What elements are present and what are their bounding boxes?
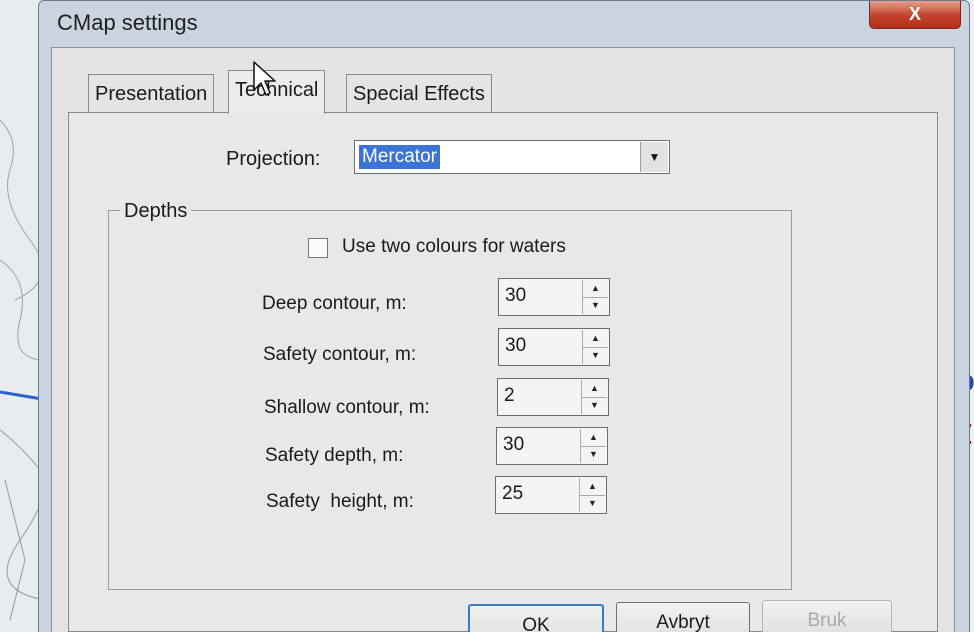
close-icon: X [908,4,921,24]
projection-select[interactable]: Mercator ▼ [354,140,670,174]
deep-contour-value[interactable]: 30 [505,285,526,307]
window-title: CMap settings [57,10,198,35]
mouse-pointer-icon [253,61,276,96]
shallow-contour-label: Shallow contour, m: [264,397,430,418]
deep-contour-spinner[interactable]: 30 ▲ ▼ [498,278,610,316]
chevron-down-icon[interactable]: ▼ [640,142,668,172]
safety-height-value[interactable]: 25 [502,483,523,505]
spinner-arrows: ▲ ▼ [580,429,606,463]
spinner-arrows: ▲ ▼ [582,330,608,364]
cmap-settings-dialog: CMap settings X Presentation Technical S… [38,0,970,632]
safety-contour-spinner[interactable]: 30 ▲ ▼ [498,328,610,366]
spinner-arrows: ▲ ▼ [579,478,605,512]
depths-group [108,210,792,590]
two-colours-label: Use two colours for waters [342,236,566,257]
shallow-contour-value[interactable]: 2 [504,385,515,407]
arrow-up-icon[interactable]: ▲ [583,280,608,298]
arrow-up-icon[interactable]: ▲ [582,380,607,398]
deep-contour-label: Deep contour, m: [262,293,407,314]
spinner-arrows: ▲ ▼ [582,280,608,314]
projection-selected-value: Mercator [359,145,440,169]
tab-presentation[interactable]: Presentation [88,74,215,112]
shallow-contour-spinner[interactable]: 2 ▲ ▼ [497,378,609,416]
safety-contour-value[interactable]: 30 [505,335,526,357]
cancel-button[interactable]: Avbryt [616,602,750,632]
arrow-up-icon[interactable]: ▲ [581,429,606,447]
arrow-down-icon[interactable]: ▼ [583,297,608,314]
arrow-down-icon[interactable]: ▼ [582,397,607,414]
depths-group-title: Depths [120,200,192,223]
safety-depth-label: Safety depth, m: [265,445,404,466]
ok-button[interactable]: OK [468,604,604,632]
close-button[interactable]: X [869,1,961,29]
apply-button[interactable]: Bruk [762,600,892,632]
screen: B T E N W E Sp S H L CMap settings X Pre… [0,0,974,632]
spinner-arrows: ▲ ▼ [581,380,607,414]
projection-label: Projection: [226,148,321,170]
two-colours-checkbox[interactable] [308,238,328,258]
safety-depth-spinner[interactable]: 30 ▲ ▼ [496,427,608,465]
safety-height-spinner[interactable]: 25 ▲ ▼ [495,476,607,514]
arrow-up-icon[interactable]: ▲ [580,478,605,496]
arrow-down-icon[interactable]: ▼ [580,495,605,512]
arrow-up-icon[interactable]: ▲ [583,330,608,348]
title-bar[interactable]: CMap settings X [39,1,969,45]
arrow-down-icon[interactable]: ▼ [581,446,606,463]
safety-contour-label: Safety contour, m: [263,344,417,365]
safety-depth-value[interactable]: 30 [503,434,524,456]
tab-special-effects[interactable]: Special Effects [346,74,492,112]
arrow-down-icon[interactable]: ▼ [583,347,608,364]
safety-height-label: Safety height, m: [266,491,414,512]
dialog-client-area: Presentation Technical Special Effects P… [51,47,955,632]
